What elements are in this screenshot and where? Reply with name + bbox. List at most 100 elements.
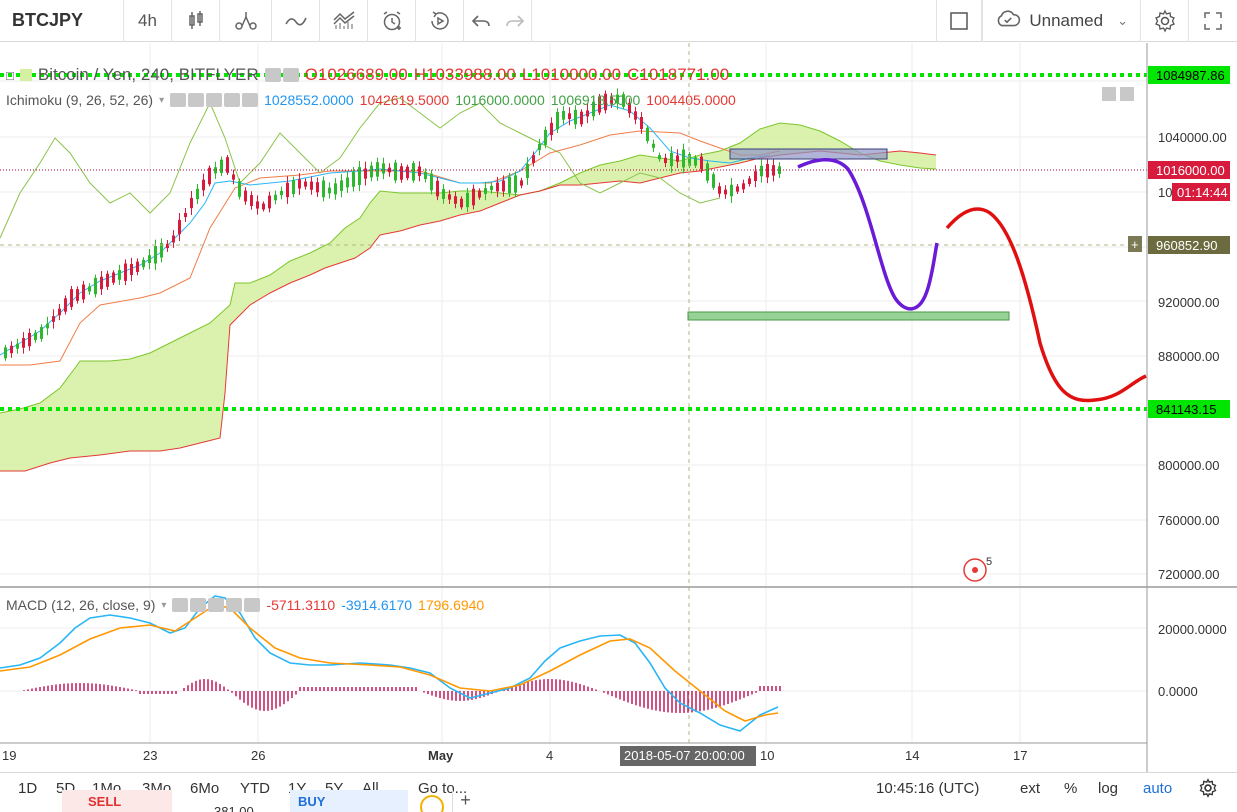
candle [424, 171, 427, 180]
layout-name-label: Unnamed [1029, 11, 1104, 30]
indicators-icon[interactable] [272, 0, 320, 42]
fullscreen-square-icon[interactable] [936, 0, 983, 42]
macd-pane [0, 595, 781, 732]
candle [502, 180, 505, 192]
candle [448, 194, 451, 200]
candle [484, 188, 487, 194]
macd-value: -3914.6170 [341, 597, 413, 613]
candle [172, 235, 175, 243]
candle [220, 159, 223, 173]
candle [10, 345, 13, 354]
candle [154, 245, 157, 264]
candle [304, 181, 307, 187]
time-tick: 26 [251, 748, 265, 763]
redo-icon[interactable] [498, 0, 532, 42]
settings-gear-icon[interactable] [1198, 778, 1218, 802]
pane-controls[interactable] [1102, 87, 1134, 101]
candle [454, 196, 457, 204]
macd-value: 1796.6940 [418, 597, 485, 613]
range-1d[interactable]: 1D [18, 780, 37, 797]
macd-value: -5711.3110 [266, 597, 336, 613]
templates-icon[interactable] [320, 0, 368, 42]
badge-partial: 10 [1158, 185, 1172, 200]
clock[interactable]: 10:45:16 (UTC) [876, 780, 979, 797]
event-marker-icon[interactable]: 5 [963, 556, 992, 582]
alert-icon[interactable] [368, 0, 416, 42]
candle [418, 166, 421, 176]
candle [166, 243, 169, 249]
range-6mo[interactable]: 6Mo [190, 780, 219, 797]
candle [70, 289, 73, 307]
undo-icon[interactable] [464, 0, 498, 42]
ichimoku-value: 1006918.5000 [550, 92, 641, 108]
compare-icon[interactable] [220, 0, 272, 42]
ext-toggle[interactable]: ext [1020, 780, 1040, 797]
macd-tick: 0.0000 [1158, 684, 1198, 699]
candle [526, 163, 529, 179]
price-tick: 800000.00 [1158, 458, 1219, 473]
time-axis[interactable]: 19 23 26 May 4 10 14 17 2018-05-07 20:00… [2, 746, 1027, 766]
forecast-path-red[interactable] [945, 207, 1147, 403]
layout-selector[interactable]: Unnamed ⌄ [982, 0, 1141, 42]
percent-toggle[interactable]: % [1064, 780, 1077, 797]
candle [472, 188, 475, 206]
candle [52, 316, 55, 322]
legend-low: L1010000.00 [521, 65, 622, 84]
time-tick: 10 [760, 748, 774, 763]
candle [706, 163, 709, 181]
candle [670, 152, 673, 167]
candle [430, 173, 433, 191]
bottom-toolbar: 1D 5D 1Mo 3Mo 6Mo YTD 1Y 5Y All Go to...… [0, 772, 1237, 812]
indicator-buttons[interactable] [172, 598, 261, 612]
macd-legend[interactable]: MACD (12, 26, close, 9) ▾ -5711.3110 -39… [6, 597, 484, 613]
interval-selector[interactable]: 4h [124, 0, 172, 42]
info-icon[interactable] [420, 795, 444, 812]
replay-icon[interactable] [416, 0, 464, 42]
pane-down-icon[interactable] [1120, 87, 1134, 101]
add-icon[interactable]: + [452, 790, 478, 812]
candle [766, 163, 769, 178]
expand-icon[interactable] [1189, 0, 1237, 42]
range-ytd[interactable]: YTD [240, 780, 270, 797]
legend-buttons[interactable] [264, 68, 299, 82]
settings-gear-icon[interactable] [1141, 0, 1189, 42]
candle [76, 289, 79, 301]
candle [634, 111, 637, 120]
price-chart[interactable]: 1040000.00 920000.00 880000.00 800000.00… [0, 43, 1237, 772]
candle [382, 163, 385, 174]
resistance-zone-rect[interactable] [729, 148, 888, 160]
pane-up-icon[interactable] [1102, 87, 1116, 101]
ichimoku-legend[interactable]: Ichimoku (9, 26, 52, 26) ▾ 1028552.0000 … [6, 92, 736, 108]
candle [376, 162, 379, 177]
auto-toggle[interactable]: auto [1143, 780, 1172, 797]
badge-current: 1016000.00 [1156, 163, 1225, 178]
price-tick: 880000.00 [1158, 349, 1219, 364]
log-toggle[interactable]: log [1098, 780, 1118, 797]
indicator-buttons[interactable] [170, 93, 259, 107]
forecast-path-blue[interactable] [797, 158, 939, 311]
candle [40, 327, 43, 339]
symbol-legend[interactable]: □ Bitcoin / Yen, 240, BITFLYER O1026689.… [6, 65, 729, 85]
candle [184, 212, 187, 218]
candles-icon[interactable] [172, 0, 220, 42]
cloud-icon [995, 6, 1021, 37]
candle [724, 189, 727, 195]
candle [196, 188, 199, 200]
symbol-selector[interactable]: BTCJPY [0, 0, 124, 42]
candle [640, 117, 643, 129]
macd-title: MACD (12, 26, close, 9) [6, 597, 156, 613]
time-tick: 14 [905, 748, 919, 763]
time-tick: 17 [1013, 748, 1027, 763]
candle [16, 343, 19, 349]
candle [514, 175, 517, 193]
buy-button[interactable]: BUY [290, 790, 408, 812]
sell-button[interactable]: SELL [62, 790, 172, 812]
ichimoku-value: 1028552.0000 [264, 92, 354, 108]
support-zone-rect[interactable] [687, 311, 1010, 321]
collapse-legend-icon[interactable]: □ [6, 68, 14, 83]
candle [82, 284, 85, 300]
chevron-down-icon: ⌄ [1117, 13, 1128, 28]
candle [742, 183, 745, 190]
candle [316, 182, 319, 193]
candle [178, 219, 181, 235]
